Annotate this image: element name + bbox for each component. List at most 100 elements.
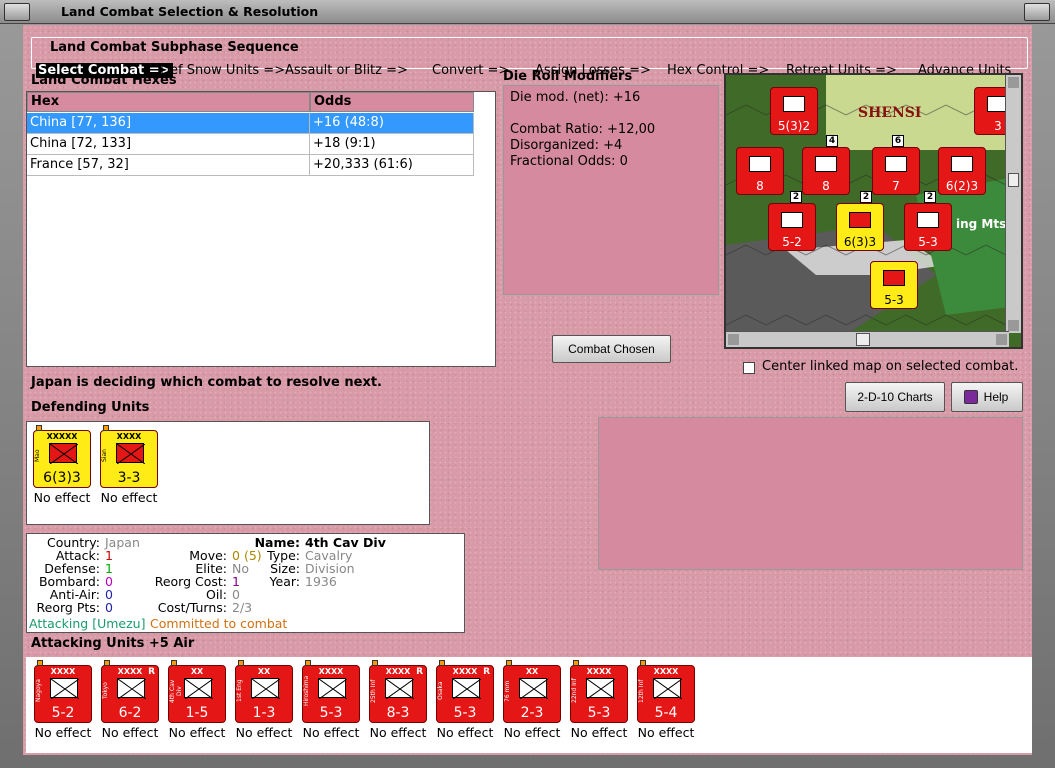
map-unit-counter[interactable]: 8 <box>802 147 850 195</box>
cell-hex[interactable]: China [77, 136] <box>27 113 310 134</box>
subphase-title: Land Combat Subphase Sequence <box>50 40 299 55</box>
unit-counter[interactable]: XXXX 12th Inf 5-4 <box>637 660 695 723</box>
unit-counter[interactable]: XXXX Hiroshima 5-3 <box>302 660 360 723</box>
subphase-group: Land Combat Subphase Sequence Select Com… <box>31 37 1028 78</box>
map-unit-counter[interactable]: 5-3 <box>870 261 918 309</box>
cell-hex[interactable]: France [57, 32] <box>27 155 310 176</box>
status-pip-icon <box>171 660 177 666</box>
center-map-label: Center linked map on selected combat. <box>762 359 1019 374</box>
map-unit-counter[interactable]: 6(2)3 <box>938 147 986 195</box>
hscroll-thumb[interactable] <box>856 333 870 346</box>
combat-window: Land Combat Selection & Resolution Land … <box>0 0 1055 768</box>
map-unit-strength: 5(3)2 <box>777 119 811 133</box>
cost-turns-label: Cost/Turns: <box>157 600 227 615</box>
step-def-snow: Def Snow Units => <box>160 63 286 78</box>
unit-effect: No effect <box>100 490 158 505</box>
unit-counter[interactable]: XX 76 mm 2-3 <box>503 660 561 723</box>
unit-name: 12th Inf <box>638 679 645 703</box>
unit-name: Mao <box>34 449 41 463</box>
status-pip-icon <box>104 660 110 666</box>
stack-count-badge: 2 <box>924 191 936 203</box>
system-menu-button[interactable] <box>4 3 30 21</box>
status-message: Japan is deciding which combat to resolv… <box>31 375 382 390</box>
unit-counter[interactable]: XXXX 25th Inf R 8-3 <box>369 660 427 723</box>
unit-effect: No effect <box>33 490 91 505</box>
unit-name: 76 mm <box>504 680 511 702</box>
map-unit-counter[interactable]: 5(3)2 <box>770 87 818 135</box>
unit-strength: 2-3 <box>520 705 544 721</box>
unit-symbol-icon <box>653 678 683 700</box>
col-odds[interactable]: Odds <box>310 92 474 112</box>
unit-name: 1st Eng <box>236 679 243 703</box>
center-map-checkbox[interactable] <box>743 362 755 374</box>
unit-strength: 3-3 <box>117 470 141 486</box>
map-unit-counter[interactable]: 7 <box>872 147 920 195</box>
attacking-panel: XXXX Nagoya 5-2 No effect XXXX Tokyo R 6-2 No ef… <box>26 657 1032 753</box>
unit-counter[interactable]: XX 4th Cav Div 1-5 <box>168 660 226 723</box>
status-pip-icon <box>37 660 43 666</box>
cell-odds[interactable]: +18 (9:1) <box>310 134 474 155</box>
unit-effect: No effect <box>503 725 561 740</box>
unit-counter[interactable]: XXXX Nagoya 5-2 <box>34 660 92 723</box>
cell-odds[interactable]: +16 (48:8) <box>310 113 474 134</box>
unit-effect: No effect <box>637 725 695 740</box>
help-button[interactable]: Help <box>951 382 1023 412</box>
title-bar: Land Combat Selection & Resolution <box>0 0 1055 24</box>
cell-hex[interactable]: China [72, 133] <box>27 134 310 155</box>
map-horizontal-scrollbar[interactable] <box>726 331 1009 347</box>
unit-strength: 8-3 <box>386 705 410 721</box>
reserve-mark: R <box>416 667 423 677</box>
unit-effect: No effect <box>369 725 427 740</box>
help-book-icon <box>964 390 978 404</box>
col-hex[interactable]: Hex <box>27 92 310 112</box>
defending-panel: XXXXX Mao 6(3)3 No effect XXXX Sian 3-3 No effe… <box>26 421 430 525</box>
map-vertical-scrollbar[interactable] <box>1005 75 1021 333</box>
unit-size: XXXX <box>50 667 76 676</box>
combat-chosen-button[interactable]: Combat Chosen <box>552 335 671 363</box>
unit-counter[interactable]: XXXX Tokyo R 6-2 <box>101 660 159 723</box>
mod-disorganized: Disorganized: +4 <box>510 138 623 153</box>
map-unit-symbol-icon <box>883 270 905 286</box>
unit-symbol-icon <box>116 443 146 465</box>
unit-strength: 5-3 <box>453 705 477 721</box>
mod-fractional: Fractional Odds: 0 <box>510 154 628 169</box>
unit-strength: 6-2 <box>118 705 142 721</box>
unit-symbol-icon <box>586 678 616 700</box>
unit-size: XXXXX <box>46 432 78 441</box>
unit-strength: 1-3 <box>252 705 276 721</box>
scroll-right-icon[interactable] <box>996 334 1007 345</box>
status-pip-icon <box>640 660 646 666</box>
map-unit-counter[interactable]: 6(3)3 <box>836 203 884 251</box>
map-unit-symbol-icon <box>781 212 803 228</box>
scroll-thumb[interactable] <box>1008 173 1019 187</box>
map-unit-symbol-icon <box>783 96 805 112</box>
defending-title: Defending Units <box>31 400 150 415</box>
scroll-up-icon[interactable] <box>1008 77 1019 88</box>
unit-counter[interactable]: XX 1st Eng 1-3 <box>235 660 293 723</box>
unit-strength: 5-3 <box>587 705 611 721</box>
step-assault: Assault or Blitz => <box>285 63 408 78</box>
unit-symbol-icon <box>49 443 79 465</box>
cell-odds[interactable]: +20,333 (61:6) <box>310 155 474 176</box>
unit-effect: No effect <box>34 725 92 740</box>
map-unit-counter[interactable]: 5-2 <box>768 203 816 251</box>
scroll-left-icon[interactable] <box>728 334 739 345</box>
unit-symbol-icon <box>251 678 281 700</box>
map-unit-counter[interactable]: 8 <box>736 147 784 195</box>
map-unit-strength: 6(2)3 <box>945 179 979 193</box>
map-region-label: SHENSI <box>858 105 921 121</box>
unit-counter[interactable]: XXXX Osaka R 5-3 <box>436 660 494 723</box>
status-pip-icon <box>103 425 109 431</box>
map-unit-strength: 5-3 <box>884 293 904 307</box>
linked-map[interactable]: SHENSI ing Mts 5(3)2 3 8 8 7 6(2)3 5-2 6(3)3 5-3… <box>724 73 1023 349</box>
unit-effect: No effect <box>168 725 226 740</box>
close-button[interactable] <box>1024 3 1050 21</box>
unit-symbol-icon <box>519 678 549 700</box>
scroll-down-icon[interactable] <box>1008 320 1019 331</box>
unit-counter[interactable]: XXXX 22nd Inf 5-3 <box>570 660 628 723</box>
map-unit-counter[interactable]: 5-3 <box>904 203 952 251</box>
charts-button[interactable]: 2-D-10 Charts <box>845 382 945 412</box>
unit-counter[interactable]: XXXX Sian 3-3 <box>100 425 158 488</box>
unit-counter[interactable]: XXXXX Mao 6(3)3 <box>33 425 91 488</box>
status-pip-icon <box>238 660 244 666</box>
